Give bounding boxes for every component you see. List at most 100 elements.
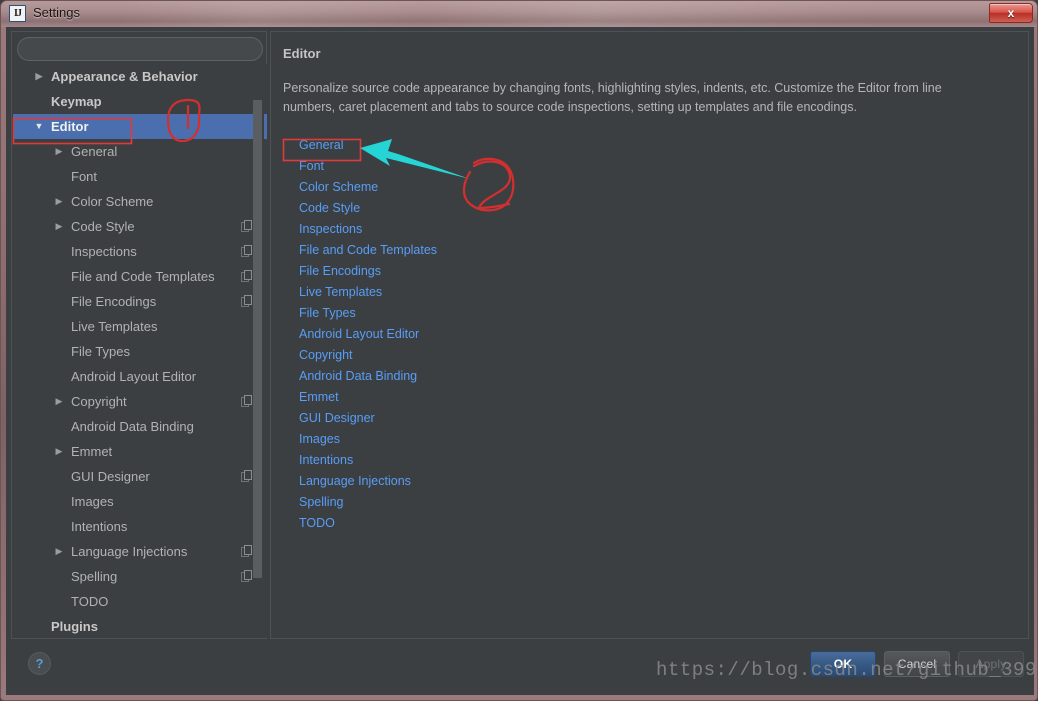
sidebar-item-label: General bbox=[71, 144, 118, 159]
sidebar-item-intentions[interactable]: Intentions bbox=[13, 514, 267, 539]
sidebar-item-file-and-code-templates[interactable]: File and Code Templates bbox=[13, 264, 267, 289]
apply-button[interactable]: Apply bbox=[958, 651, 1024, 677]
sidebar-item-label: File Encodings bbox=[71, 294, 157, 309]
sidebar-item-label: Images bbox=[71, 494, 114, 509]
sidebar-item-plugins[interactable]: Plugins bbox=[13, 614, 267, 638]
page-title: Editor bbox=[283, 46, 321, 61]
sidebar-item-label: Copyright bbox=[71, 394, 127, 409]
help-icon[interactable]: ? bbox=[28, 652, 51, 675]
chevron-right-icon[interactable]: ▶ bbox=[53, 189, 65, 214]
sidebar-scrollbar-thumb[interactable] bbox=[253, 100, 262, 578]
sidebar-item-language-injections[interactable]: ▶ Language Injections bbox=[13, 539, 267, 564]
sidebar-item-label: File Types bbox=[71, 344, 131, 359]
sidebar-item-label: Code Style bbox=[71, 219, 135, 234]
copy-icon bbox=[241, 470, 252, 482]
window-titlebar[interactable]: IJ Settings x bbox=[1, 1, 1037, 27]
dialog-footer: ? OK Cancel Apply https://blog.csdn.net/… bbox=[6, 639, 1037, 695]
sidebar-item-label: Android Layout Editor bbox=[71, 369, 197, 384]
sidebar-item-label: Inspections bbox=[71, 244, 137, 259]
link-intentions[interactable]: Intentions bbox=[299, 453, 353, 467]
link-code-style[interactable]: Code Style bbox=[299, 201, 360, 215]
sidebar-item-label: Live Templates bbox=[71, 319, 158, 334]
sidebar-item-general[interactable]: ▶ General bbox=[13, 139, 267, 164]
link-language-injections[interactable]: Language Injections bbox=[299, 474, 411, 488]
sidebar-item-appearance-behavior[interactable]: ▶ Appearance & Behavior bbox=[13, 64, 267, 89]
chevron-right-icon[interactable]: ▶ bbox=[53, 139, 65, 164]
link-general[interactable]: General bbox=[299, 138, 343, 152]
link-inspections[interactable]: Inspections bbox=[299, 222, 362, 236]
sidebar-item-label: TODO bbox=[71, 594, 109, 609]
sidebar-item-color-scheme[interactable]: ▶ Color Scheme bbox=[13, 189, 267, 214]
sidebar-item-emmet[interactable]: ▶ Emmet bbox=[13, 439, 267, 464]
list-item: GUI Designer bbox=[299, 407, 1012, 428]
search-box[interactable] bbox=[17, 37, 263, 61]
link-file-encodings[interactable]: File Encodings bbox=[299, 264, 381, 278]
sidebar-item-label: Plugins bbox=[51, 619, 98, 634]
sidebar-item-label: Keymap bbox=[51, 94, 102, 109]
search-input[interactable] bbox=[17, 37, 263, 61]
sidebar-item-font[interactable]: Font bbox=[13, 164, 267, 189]
sidebar-item-label: GUI Designer bbox=[71, 469, 150, 484]
sidebar-item-label: File and Code Templates bbox=[71, 269, 215, 284]
sidebar-item-android-data-binding[interactable]: Android Data Binding bbox=[13, 414, 267, 439]
close-icon[interactable]: x bbox=[989, 3, 1033, 23]
subsection-link-list: General Font Color Scheme Code Style Inspect… bbox=[283, 134, 1012, 533]
sidebar-item-file-encodings[interactable]: File Encodings bbox=[13, 289, 267, 314]
chevron-right-icon[interactable]: ▶ bbox=[53, 439, 65, 464]
link-android-layout-editor[interactable]: Android Layout Editor bbox=[299, 327, 419, 341]
list-item: File Types bbox=[299, 302, 1012, 323]
intellij-idea-icon: IJ bbox=[9, 5, 26, 22]
sidebar-scrollbar-track[interactable] bbox=[253, 64, 264, 638]
sidebar-item-label: Font bbox=[71, 169, 98, 184]
list-item: Android Layout Editor bbox=[299, 323, 1012, 344]
settings-content-panel: Editor Personalize source code appearanc… bbox=[270, 31, 1029, 639]
ok-button-label: OK bbox=[833, 657, 853, 671]
chevron-right-icon[interactable]: ▶ bbox=[53, 389, 65, 414]
settings-tree[interactable]: ▶ Appearance & Behavior Keymap ▼ Editor ▶ Gene… bbox=[13, 64, 267, 638]
sidebar-item-copyright[interactable]: ▶ Copyright bbox=[13, 389, 267, 414]
list-item: File Encodings bbox=[299, 260, 1012, 281]
list-item: Emmet bbox=[299, 386, 1012, 407]
link-android-data-binding[interactable]: Android Data Binding bbox=[299, 369, 417, 383]
sidebar-item-label: Android Data Binding bbox=[71, 419, 194, 434]
sidebar-item-inspections[interactable]: Inspections bbox=[13, 239, 267, 264]
sidebar-item-spelling[interactable]: Spelling bbox=[13, 564, 267, 589]
chevron-right-icon[interactable]: ▶ bbox=[33, 64, 45, 89]
sidebar-item-file-types[interactable]: File Types bbox=[13, 339, 267, 364]
link-color-scheme[interactable]: Color Scheme bbox=[299, 180, 378, 194]
sidebar-item-live-templates[interactable]: Live Templates bbox=[13, 314, 267, 339]
sidebar-item-label: Intentions bbox=[71, 519, 128, 534]
link-file-types[interactable]: File Types bbox=[299, 306, 356, 320]
sidebar-item-editor[interactable]: ▼ Editor bbox=[13, 114, 267, 139]
sidebar-item-label: Appearance & Behavior bbox=[51, 69, 198, 84]
ok-button[interactable]: OK bbox=[810, 651, 876, 677]
sidebar-item-label: Emmet bbox=[71, 444, 113, 459]
sidebar-item-code-style[interactable]: ▶ Code Style bbox=[13, 214, 267, 239]
cancel-button[interactable]: Cancel bbox=[884, 651, 950, 677]
copy-icon bbox=[241, 545, 252, 557]
list-item: Spelling bbox=[299, 491, 1012, 512]
link-font[interactable]: Font bbox=[299, 159, 324, 173]
chevron-right-icon[interactable]: ▶ bbox=[53, 214, 65, 239]
link-live-templates[interactable]: Live Templates bbox=[299, 285, 382, 299]
sidebar-item-keymap[interactable]: Keymap bbox=[13, 89, 267, 114]
sidebar-item-todo[interactable]: TODO bbox=[13, 589, 267, 614]
link-todo[interactable]: TODO bbox=[299, 516, 335, 530]
sidebar-item-images[interactable]: Images bbox=[13, 489, 267, 514]
link-gui-designer[interactable]: GUI Designer bbox=[299, 411, 375, 425]
sidebar-item-android-layout-editor[interactable]: Android Layout Editor bbox=[13, 364, 267, 389]
list-item: Code Style bbox=[299, 197, 1012, 218]
list-item: Images bbox=[299, 428, 1012, 449]
link-copyright[interactable]: Copyright bbox=[299, 348, 353, 362]
list-item: Intentions bbox=[299, 449, 1012, 470]
list-item: Copyright bbox=[299, 344, 1012, 365]
link-emmet[interactable]: Emmet bbox=[299, 390, 339, 404]
link-file-and-code-templates[interactable]: File and Code Templates bbox=[299, 243, 437, 257]
chevron-right-icon[interactable]: ▶ bbox=[53, 539, 65, 564]
link-spelling[interactable]: Spelling bbox=[299, 495, 343, 509]
sidebar-item-gui-designer[interactable]: GUI Designer bbox=[13, 464, 267, 489]
chevron-down-icon[interactable]: ▼ bbox=[33, 114, 45, 139]
link-images[interactable]: Images bbox=[299, 432, 340, 446]
copy-icon bbox=[241, 570, 252, 582]
list-item: File and Code Templates bbox=[299, 239, 1012, 260]
